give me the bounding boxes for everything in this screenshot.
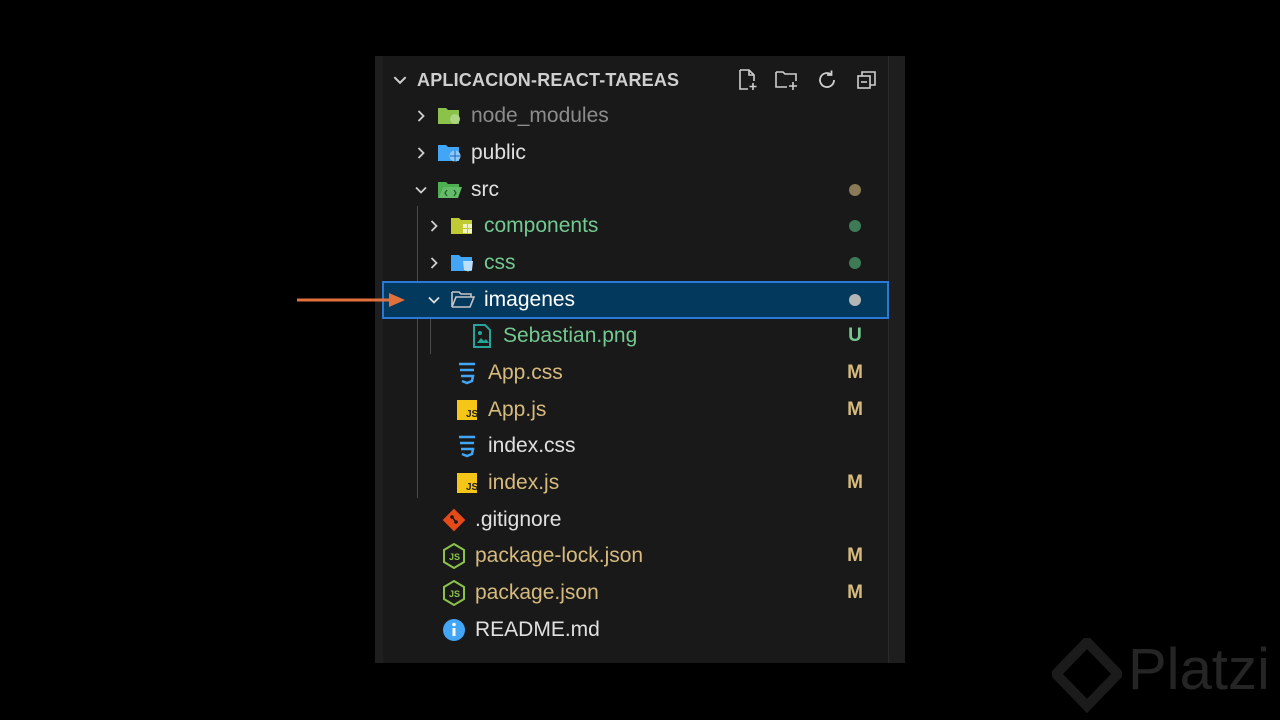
git-status-modified: M [847,399,863,420]
status-dot [845,208,865,244]
folder-css-icon [450,250,476,276]
tree-item-label: index.css [488,434,576,457]
folder-components-icon [450,213,476,239]
git-status-modified: M [847,472,863,493]
tree-item-label: index.js [488,471,560,494]
image-file-icon [469,323,495,349]
tree-item-label: css [484,251,516,274]
collapse-all-icon[interactable] [853,66,881,94]
svg-text:JS: JS [466,482,478,493]
arrow-right-icon [297,293,405,307]
tree-item-label: imagenes [484,288,576,311]
chevron-right-icon [430,220,438,232]
git-icon [441,507,467,533]
status-dot [845,282,865,318]
chevron-down-icon[interactable] [391,71,409,89]
nodejs-icon: JS [441,543,467,569]
new-file-icon[interactable] [733,66,761,94]
tree-item-label: package.json [475,581,599,604]
tree-item-package-lock-json[interactable]: JS package-lock.json M [375,538,889,574]
new-folder-icon[interactable] [773,66,801,94]
tree-item-label: public [471,141,526,164]
nodejs-icon: JS [441,580,467,606]
status-dot [845,172,865,208]
css-file-icon [454,360,480,386]
chevron-down-icon [415,186,427,194]
chevron-right-icon [417,147,425,159]
chevron-right-icon [430,257,438,269]
scrollbar[interactable] [888,56,905,663]
tree-item-src[interactable]: src [375,172,889,208]
tree-item-app-css[interactable]: App.css M [375,355,889,391]
tree-item-label: README.md [475,618,600,641]
git-status-modified: M [847,545,863,566]
svg-text:JS: JS [466,409,478,420]
folder-src-open-icon [437,177,463,203]
css-file-icon [454,433,480,459]
tree-item-label: App.js [488,398,547,421]
tree-item-label: .gitignore [475,508,562,531]
tree-item-index-css[interactable]: index.css [375,428,889,464]
watermark-text: Platzi [1128,637,1270,702]
tree-item-label: package-lock.json [475,544,644,567]
tree-item-app-js[interactable]: JS App.js M [375,392,889,428]
js-file-icon: JS [454,397,480,423]
tree-item-components[interactable]: components [375,208,889,244]
project-title: APLICACION-REACT-TAREAS [417,70,680,90]
tree-item-readme-md[interactable]: README.md [375,612,889,648]
tree-item-imagenes[interactable]: imagenes [382,281,889,319]
tree-item-package-json[interactable]: JS package.json M [375,575,889,611]
tree-item-sebastian-png[interactable]: Sebastian.png U [375,318,889,354]
tree-item-public[interactable]: public [375,135,889,171]
git-status-modified: M [847,582,863,603]
platzi-logo-icon [1052,638,1122,714]
tree-item-gitignore[interactable]: .gitignore [375,502,889,538]
tree-item-index-js[interactable]: JS index.js M [375,465,889,501]
tree-item-label: components [484,214,599,237]
tree-item-node-modules[interactable]: node_modules [375,98,889,134]
tree-item-label: App.css [488,361,563,384]
status-dot [845,245,865,281]
git-status-modified: M [847,362,863,383]
refresh-icon[interactable] [813,66,841,94]
git-status-untracked: U [848,325,862,346]
tree-item-label: node_modules [471,104,609,127]
chevron-right-icon [417,110,425,122]
explorer-header[interactable]: APLICACION-REACT-TAREAS [375,62,905,96]
file-explorer-panel: APLICACION-REACT-TAREAS node_modules pub… [375,56,905,663]
tree-item-label: src [471,178,499,201]
svg-text:JS: JS [449,589,460,599]
chevron-down-icon [428,296,440,304]
tree-item-css[interactable]: css [375,245,889,281]
folder-node-icon [437,103,463,129]
tree-item-label: Sebastian.png [503,324,638,347]
folder-public-icon [437,140,463,166]
folder-open-icon [450,287,476,313]
js-file-icon: JS [454,470,480,496]
svg-text:JS: JS [449,552,460,562]
info-icon [441,617,467,643]
